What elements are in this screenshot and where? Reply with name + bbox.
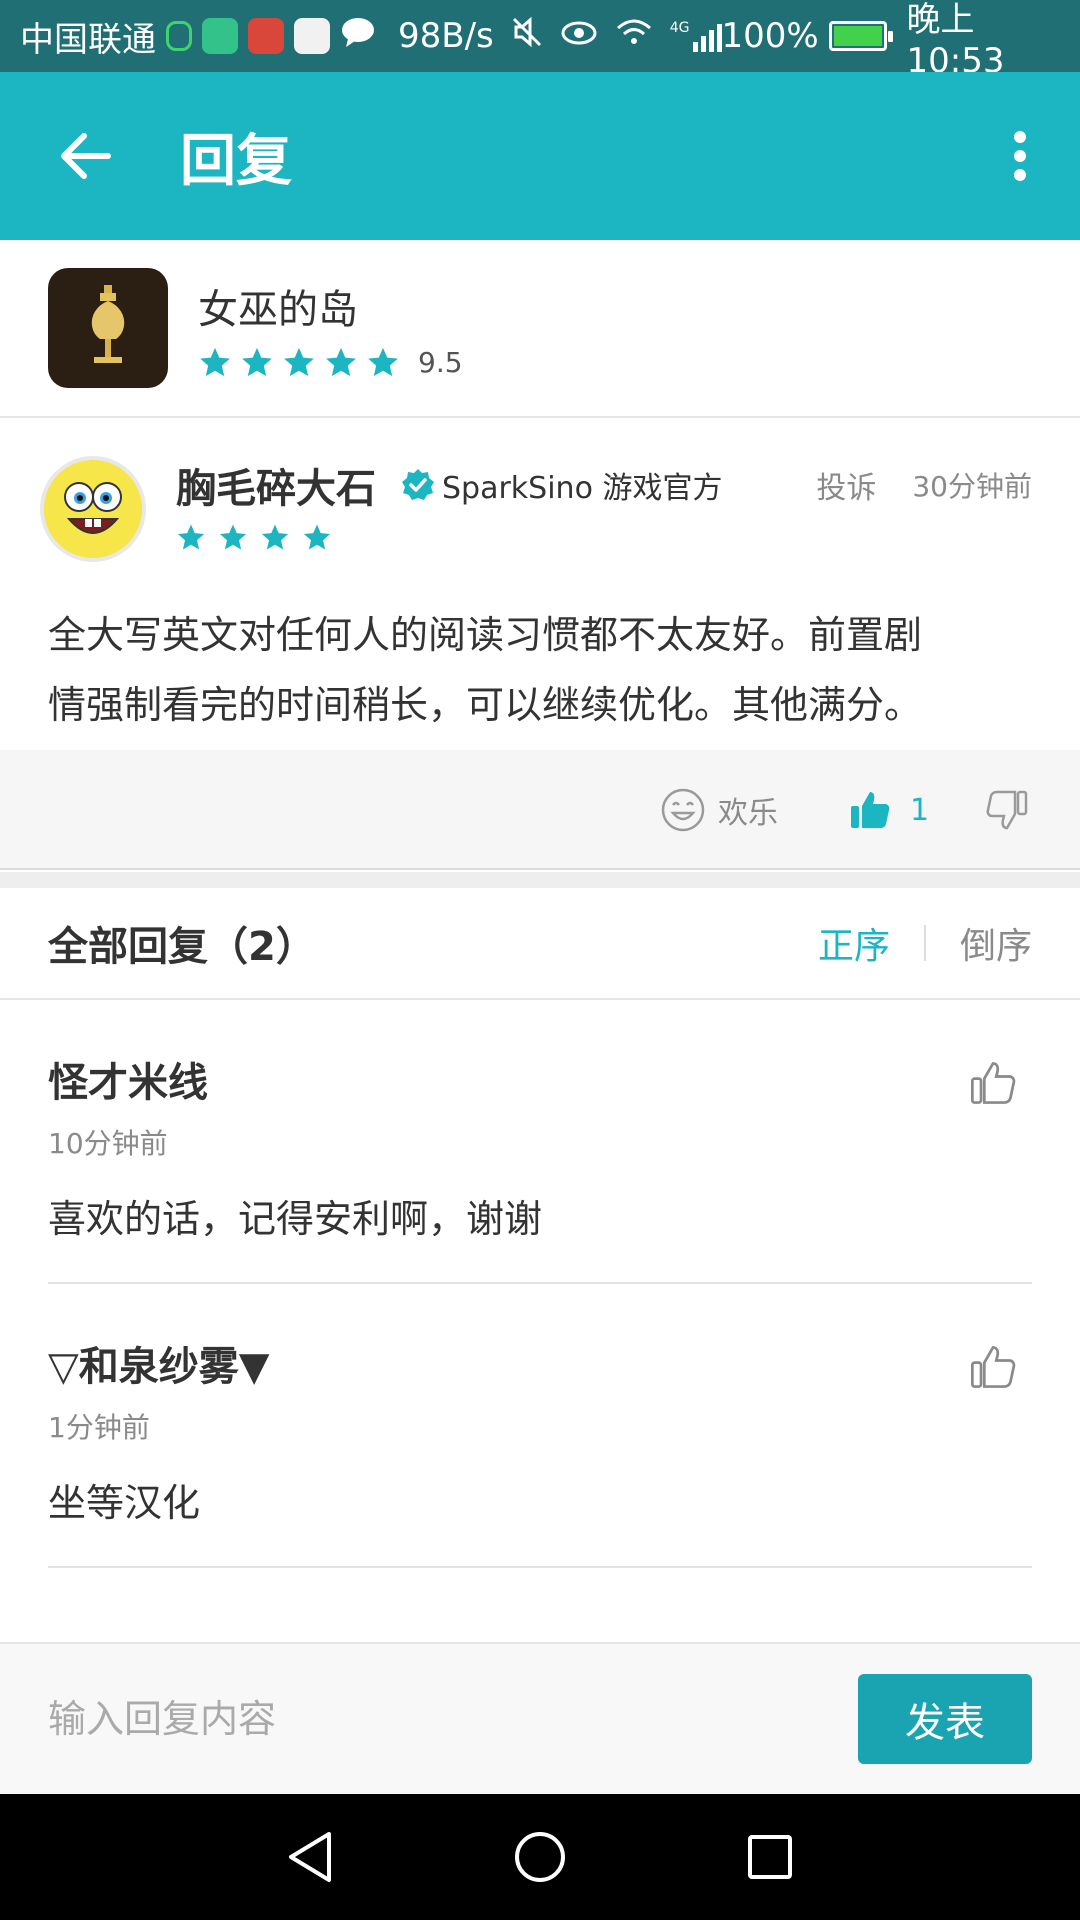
square-recents-icon (748, 1835, 792, 1879)
battery-icon (828, 21, 893, 51)
battery-percent: 100% (721, 16, 819, 56)
thumbs-up-icon (970, 1062, 1016, 1104)
thumbs-up-filled-icon (851, 792, 890, 828)
star-icon (200, 347, 230, 377)
star-icon (303, 524, 331, 550)
like-button[interactable]: 1 (848, 750, 929, 870)
more-vertical-icon (1014, 131, 1026, 181)
verified-badge: SparkSino 游戏官方 (400, 463, 722, 507)
like-count: 1 (910, 792, 930, 828)
fun-button[interactable]: 欢乐 (660, 750, 778, 870)
review-text-line: 情强制看完的时间稍长，可以继续优化。其他满分。 (48, 683, 923, 727)
reply-text: 喜欢的话，记得安利啊，谢谢 (48, 1197, 543, 1241)
more-button[interactable] (960, 72, 1080, 240)
review-text-line: 全大写英文对任何人的阅读习惯都不太友好。前置剧 (48, 613, 923, 657)
reaction-bar: 欢乐 1 (0, 750, 1080, 870)
avatar[interactable] (40, 456, 146, 562)
review-star-rating (176, 522, 1032, 552)
section-divider (0, 872, 1080, 888)
list-item: 怪才米线 10分钟前 喜欢的话，记得安利啊，谢谢 (48, 1050, 1032, 1284)
app-bar: 回复 (0, 72, 1080, 240)
star-icon (326, 347, 356, 377)
reply-like-button[interactable] (968, 1342, 1020, 1394)
huawei-app-icon (248, 18, 284, 54)
page-title: 回复 (180, 128, 292, 194)
reply-like-button[interactable] (968, 1058, 1020, 1110)
golden-urn-icon (91, 285, 125, 363)
sort-separator (923, 925, 926, 961)
reply-author[interactable]: 怪才米线 (48, 1050, 1032, 1108)
replies-header: 全部回复（2） 正序 倒序 (0, 888, 1080, 1000)
reply-time: 10分钟前 (48, 1127, 168, 1160)
message-icon (340, 15, 376, 58)
game-star-rating (198, 345, 400, 379)
reviewer-name[interactable]: 胸毛碎大石 (176, 456, 376, 514)
reply-author[interactable]: ▽和泉纱雾▼ (48, 1334, 1032, 1392)
spongebob-avatar-icon (45, 461, 141, 557)
lock-app-icon (166, 21, 192, 51)
signal-type: 4G (669, 20, 690, 36)
arrow-left-icon (61, 133, 111, 179)
cell-signal-icon: 4G (670, 20, 722, 52)
review-time: 30分钟前 (912, 470, 1032, 503)
clock: 晚上10:53 (906, 0, 1005, 81)
reply-text: 坐等汉化 (48, 1481, 201, 1525)
wifi-icon (614, 16, 654, 57)
reply-input-bar: 发表 (0, 1642, 1080, 1794)
nav-back-button[interactable] (280, 1827, 340, 1887)
verified-check-icon (402, 469, 434, 500)
star-icon (261, 524, 289, 550)
sort-asc-button[interactable]: 正序 (818, 917, 890, 969)
triangle-back-icon (289, 1832, 331, 1882)
reply-time: 1分钟前 (48, 1411, 150, 1444)
send-button[interactable]: 发表 (858, 1674, 1032, 1764)
laugh-face-icon (661, 788, 705, 832)
review-text: 全大写英文对任何人的阅读习惯都不太友好。前置剧 情强制看完的时间稍长，可以继续优… (0, 590, 1080, 750)
game-icon[interactable] (48, 268, 168, 388)
reply-input[interactable] (48, 1697, 858, 1741)
star-icon (368, 347, 398, 377)
app-notification-icon (202, 18, 238, 54)
thumbs-down-icon (986, 790, 1028, 830)
status-bar: 中国联通 98B/s 4G 100% 晚上10:53 (0, 0, 1080, 81)
star-icon (284, 347, 314, 377)
nav-recents-button[interactable] (740, 1827, 800, 1887)
sort-toggle: 正序 倒序 (818, 917, 1032, 969)
system-nav-bar (0, 1794, 1080, 1920)
mute-icon (510, 15, 544, 58)
review-card: 胸毛碎大石 SparkSino 游戏官方 投诉 30分钟前 全大写英文对任何人的… (0, 420, 1080, 750)
verified-label: SparkSino 游戏官方 (442, 471, 723, 506)
weibo-app-icon (294, 18, 330, 54)
sort-desc-button[interactable]: 倒序 (960, 917, 1032, 969)
net-speed: 98B/s (398, 16, 494, 56)
list-item: ▽和泉纱雾▼ 1分钟前 坐等汉化 (48, 1334, 1032, 1568)
dislike-button[interactable] (984, 750, 1030, 870)
star-icon (242, 347, 272, 377)
nav-home-button[interactable] (510, 1827, 570, 1887)
replies-title: 全部回复（2） (48, 924, 316, 970)
game-score: 9.5 (418, 345, 463, 379)
game-header[interactable]: 女巫的岛 9.5 (0, 240, 1080, 418)
fun-label: 欢乐 (718, 796, 778, 831)
game-name[interactable]: 女巫的岛 (198, 277, 463, 335)
eye-comfort-icon (560, 16, 598, 56)
report-button[interactable]: 投诉 (816, 463, 876, 507)
back-button[interactable] (0, 72, 168, 240)
star-icon (219, 524, 247, 550)
carrier-label: 中国联通 (20, 19, 156, 60)
circle-home-icon (515, 1832, 565, 1882)
star-icon (177, 524, 205, 550)
thumbs-up-icon (970, 1346, 1016, 1388)
